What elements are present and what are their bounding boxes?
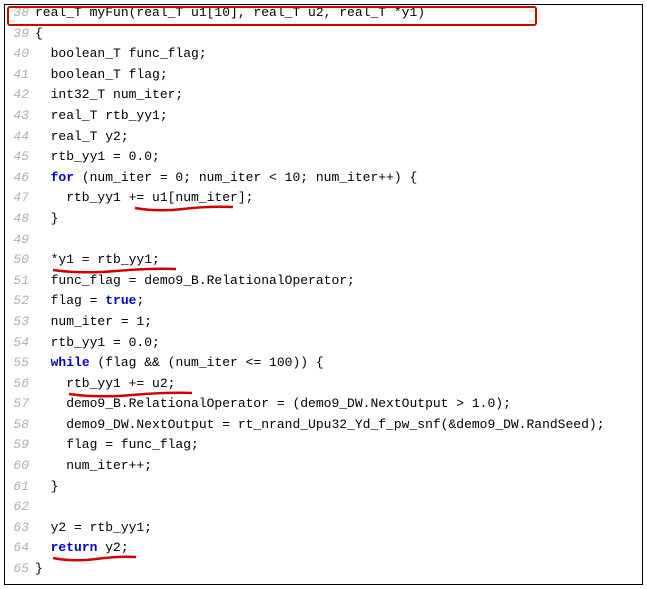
code-text: func_flag = demo9_B.RelationalOperator; <box>35 273 355 288</box>
line-number: 56 <box>5 376 35 391</box>
code-line: 39 { <box>5 26 642 47</box>
code-text: rtb_yy1 += u2; <box>35 376 175 391</box>
code-frame: 38 real_T myFun(real_T u1[10], real_T u2… <box>4 4 643 585</box>
line-number: 40 <box>5 46 35 61</box>
line-number: 39 <box>5 26 35 41</box>
code-text: flag = func_flag; <box>35 437 199 452</box>
code-text: rtb_yy1 = 0.0; <box>35 149 160 164</box>
line-number: 44 <box>5 129 35 144</box>
line-number: 65 <box>5 561 35 576</box>
code-line: 42 int32_T num_iter; <box>5 87 642 108</box>
line-number: 57 <box>5 396 35 411</box>
code-text: } <box>35 211 58 226</box>
code-text: { <box>35 26 43 41</box>
code-line: 64 return y2; <box>5 540 642 561</box>
line-number: 49 <box>5 232 35 247</box>
line-number: 53 <box>5 314 35 329</box>
code-line: 56 rtb_yy1 += u2; <box>5 376 642 397</box>
line-number: 61 <box>5 479 35 494</box>
keyword-while: while <box>51 355 90 370</box>
code-line: 60 num_iter++; <box>5 458 642 479</box>
code-line: 55 while (flag && (num_iter <= 100)) { <box>5 355 642 376</box>
code-text: demo9_DW.NextOutput = rt_nrand_Upu32_Yd_… <box>35 417 605 432</box>
code-line: 44 real_T y2; <box>5 129 642 150</box>
line-number: 52 <box>5 293 35 308</box>
line-number: 42 <box>5 87 35 102</box>
code-line: 50 *y1 = rtb_yy1; <box>5 252 642 273</box>
code-line: 45 rtb_yy1 = 0.0; <box>5 149 642 170</box>
line-number: 51 <box>5 273 35 288</box>
code-line: 46 for (num_iter = 0; num_iter < 10; num… <box>5 170 642 191</box>
line-number: 63 <box>5 520 35 535</box>
line-number: 50 <box>5 252 35 267</box>
line-number: 54 <box>5 335 35 350</box>
code-line: 51 func_flag = demo9_B.RelationalOperato… <box>5 273 642 294</box>
code-text: num_iter = 1; <box>35 314 152 329</box>
line-number: 60 <box>5 458 35 473</box>
line-number: 48 <box>5 211 35 226</box>
line-number: 59 <box>5 437 35 452</box>
code-text: while (flag && (num_iter <= 100)) { <box>35 355 324 370</box>
code-line: 48 } <box>5 211 642 232</box>
code-line: 62 <box>5 499 642 520</box>
keyword-true: true <box>105 293 136 308</box>
code-text: rtb_yy1 = 0.0; <box>35 335 160 350</box>
code-text: } <box>35 561 43 576</box>
code-text: real_T myFun(real_T u1[10], real_T u2, r… <box>35 5 425 20</box>
code-text: y2 = rtb_yy1; <box>35 520 152 535</box>
line-number: 55 <box>5 355 35 370</box>
code-text: flag = true; <box>35 293 144 308</box>
code-line: 43 real_T rtb_yy1; <box>5 108 642 129</box>
code-text: int32_T num_iter; <box>35 87 183 102</box>
line-number: 47 <box>5 190 35 205</box>
code-line: 61 } <box>5 479 642 500</box>
code-line: 52 flag = true; <box>5 293 642 314</box>
line-number: 41 <box>5 67 35 82</box>
code-line: 41 boolean_T flag; <box>5 67 642 88</box>
line-number: 43 <box>5 108 35 123</box>
keyword-for: for <box>51 170 74 185</box>
code-text: } <box>35 479 58 494</box>
code-text: boolean_T func_flag; <box>35 46 207 61</box>
code-text: demo9_B.RelationalOperator = (demo9_DW.N… <box>35 396 511 411</box>
code-line: 58 demo9_DW.NextOutput = rt_nrand_Upu32_… <box>5 417 642 438</box>
code-line: 47 rtb_yy1 += u1[num_iter]; <box>5 190 642 211</box>
code-text: for (num_iter = 0; num_iter < 10; num_it… <box>35 170 417 185</box>
code-text: rtb_yy1 += u1[num_iter]; <box>35 190 253 205</box>
line-number: 58 <box>5 417 35 432</box>
code-text: return y2; <box>35 540 129 555</box>
code-text: boolean_T flag; <box>35 67 168 82</box>
code-line: 38 real_T myFun(real_T u1[10], real_T u2… <box>5 5 642 26</box>
line-number: 45 <box>5 149 35 164</box>
code-line: 54 rtb_yy1 = 0.0; <box>5 335 642 356</box>
code-text: real_T rtb_yy1; <box>35 108 168 123</box>
code-line: 63 y2 = rtb_yy1; <box>5 520 642 541</box>
code-text: *y1 = rtb_yy1; <box>35 252 160 267</box>
line-number: 38 <box>5 5 35 20</box>
code-line: 65 } <box>5 561 642 582</box>
code-line: 49 <box>5 232 642 253</box>
code-text: real_T y2; <box>35 129 129 144</box>
code-line: 53 num_iter = 1; <box>5 314 642 335</box>
line-number: 64 <box>5 540 35 555</box>
code-line: 40 boolean_T func_flag; <box>5 46 642 67</box>
line-number: 62 <box>5 499 35 514</box>
keyword-return: return <box>51 540 98 555</box>
code-text: num_iter++; <box>35 458 152 473</box>
line-number: 46 <box>5 170 35 185</box>
code-line: 59 flag = func_flag; <box>5 437 642 458</box>
code-line: 57 demo9_B.RelationalOperator = (demo9_D… <box>5 396 642 417</box>
